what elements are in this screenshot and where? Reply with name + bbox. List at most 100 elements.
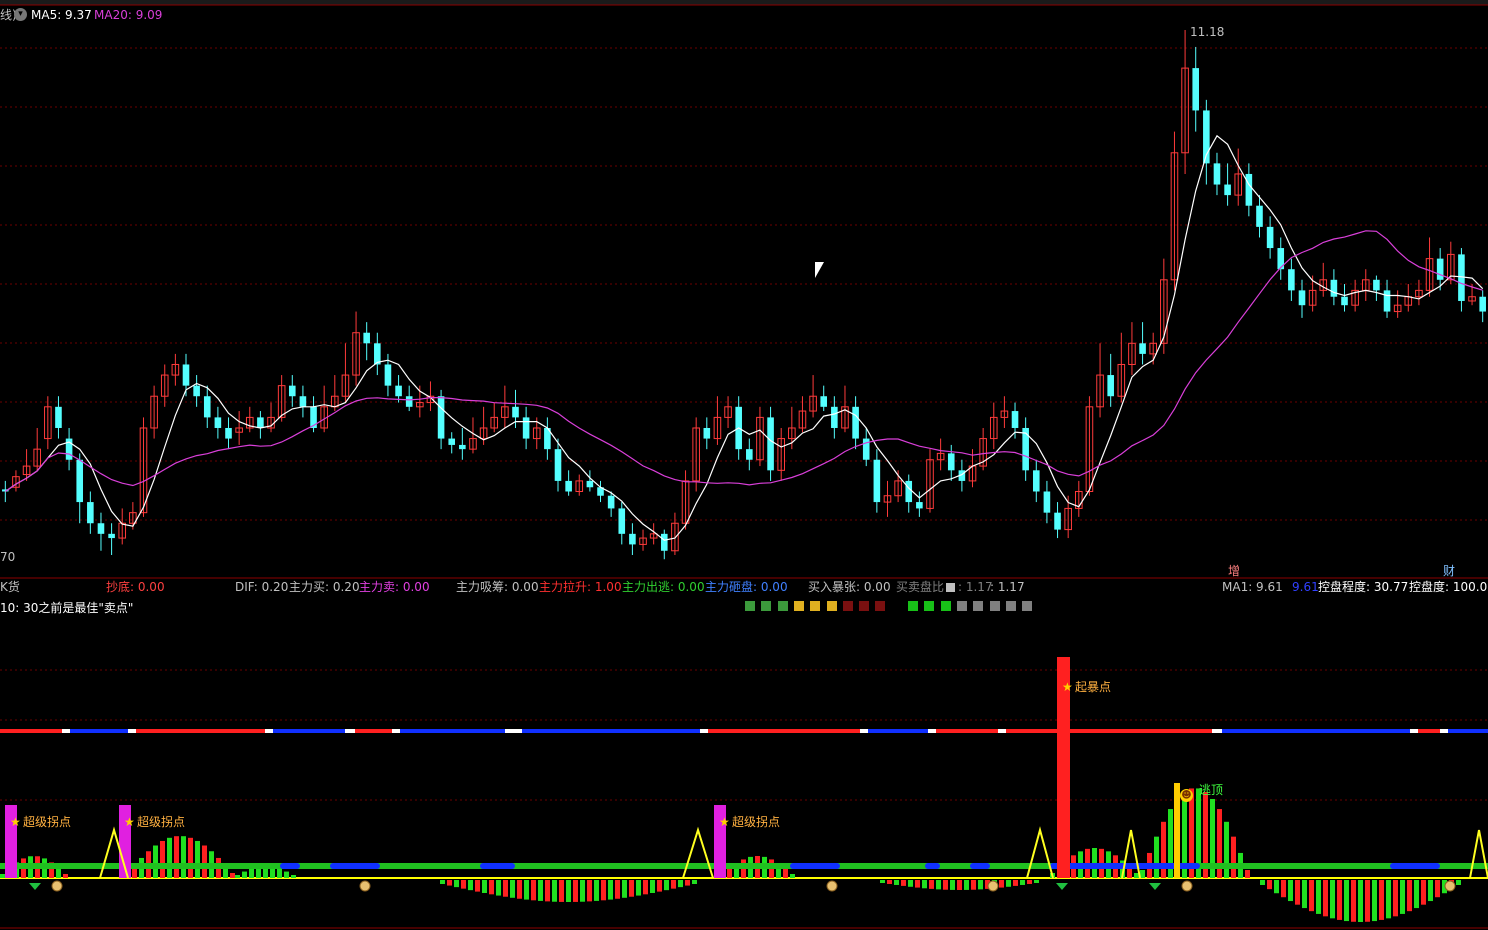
ma20-line: [4, 230, 1483, 492]
trend-line-segment: [1448, 729, 1488, 733]
candle-body-down: [1436, 258, 1444, 280]
trend-line-segment: [998, 729, 1006, 733]
hist-bar-down: [950, 880, 955, 890]
candle-body-down: [182, 364, 190, 386]
trend-line-segment: [70, 729, 128, 733]
triangle-signal: [1469, 829, 1488, 879]
hist-bar-down: [1407, 880, 1412, 912]
hist-bar-down: [440, 880, 445, 884]
signal-square: [859, 601, 870, 611]
signal-ribbon-blue: [970, 863, 990, 869]
hist-bar-down: [461, 880, 466, 889]
hist-bar-down: [1027, 880, 1032, 884]
hist-bar: [153, 845, 158, 878]
signal-square: [745, 601, 755, 611]
mouse-cursor-icon: [815, 262, 824, 278]
candle-body-down: [1288, 269, 1295, 291]
zapan-value: 主力砸盘: 0.00: [705, 580, 788, 594]
hist-bar-down: [608, 880, 613, 900]
hist-bar-down: [447, 880, 452, 886]
candle-body-down: [820, 396, 828, 407]
hist-bar-down: [1288, 880, 1293, 902]
hist-bar-down: [887, 880, 892, 884]
candle-body-down: [1341, 296, 1348, 306]
xichou-value: 主力吸筹: 0.00: [456, 580, 539, 594]
ratio-value-2: : 1.17: [990, 580, 1025, 594]
candle-body-down: [512, 406, 519, 418]
trend-line-segment: [522, 729, 700, 733]
candle-body-down: [565, 480, 572, 492]
candle-body-down: [87, 502, 94, 524]
trend-line-segment: [1222, 729, 1410, 733]
hist-bar-down: [636, 880, 641, 896]
trend-line-segment: [708, 729, 860, 733]
candle-body-down: [257, 417, 264, 428]
candle-body-down: [873, 459, 881, 503]
hist-bar: [1154, 836, 1159, 878]
hist-bar: [56, 867, 61, 878]
candle-body-down: [1330, 279, 1338, 297]
hist-bar: [230, 873, 235, 878]
hist-bar-down: [1260, 880, 1265, 885]
signal-square: [940, 601, 951, 611]
qibao-label: 起暴点: [1075, 680, 1112, 694]
trend-line-segment: [1006, 729, 1212, 733]
candle-body-down: [193, 385, 200, 397]
hist-bar-down: [587, 880, 592, 902]
dif-value: DIF: 0.20: [235, 580, 289, 594]
candle-body-down: [905, 480, 913, 503]
signal-square: [973, 601, 984, 611]
signal-ribbon-blue: [925, 863, 940, 869]
triangle-signal: [1026, 826, 1054, 879]
star-icon: ★: [719, 815, 730, 829]
candle-body-down: [554, 449, 562, 481]
stock-chart-window: 线) ▾ MA5: 9.37 MA20: 9.09 11.18 70 增 财 K…: [0, 0, 1488, 930]
zhuli-sell-value: 主力卖: 0.00: [359, 580, 430, 594]
ma-toggle-icon[interactable]: ▾: [14, 8, 27, 21]
chart-canvas[interactable]: [0, 0, 1488, 930]
hist-bar-down: [1421, 880, 1426, 905]
hist-bar-down: [657, 880, 662, 892]
trend-line-segment: [868, 729, 928, 733]
high-price-label: 11.18: [1190, 25, 1225, 39]
baozhang-value: 买入暴张: 0.00: [808, 580, 891, 594]
candle-body-down: [384, 364, 392, 386]
hist-bar-down: [1337, 880, 1342, 920]
taoding-label: 逃顶: [1199, 783, 1224, 797]
hist-bar-down: [1344, 880, 1349, 922]
maimai-label: 买卖盘比: [896, 580, 945, 594]
candle-body-down: [1054, 512, 1061, 530]
hist-bar-down: [678, 880, 683, 888]
hist-bar-down: [454, 880, 459, 888]
hist-bar: [0, 874, 5, 878]
trend-line-segment: [700, 729, 708, 733]
triangle-signal: [682, 826, 714, 879]
candle-body-down: [288, 385, 296, 397]
trend-line-segment: [936, 729, 998, 733]
candle-body-down: [448, 438, 456, 445]
candle-body-down: [947, 453, 955, 471]
candle-body-down: [746, 449, 753, 460]
hist-bar-down: [971, 880, 976, 890]
hist-bar-down: [566, 880, 571, 902]
smiley-icon: ☻: [1180, 789, 1193, 802]
hist-bar: [63, 874, 68, 878]
candle-body-down: [586, 480, 594, 488]
hist-bar-down: [1330, 880, 1335, 919]
trend-line-segment: [1410, 729, 1418, 733]
hist-bar-down: [573, 880, 578, 902]
marker-zeng[interactable]: 增: [1228, 564, 1240, 578]
hist-bar-down: [1400, 880, 1405, 914]
super-point-label-2: 超级拐点: [137, 815, 186, 829]
hist-bar-down: [580, 880, 585, 902]
signal-square: [924, 601, 935, 611]
ma1-value: MA1: 9.61: [1222, 580, 1283, 594]
trend-line-segment: [345, 729, 355, 733]
hist-bar-down: [936, 880, 941, 890]
candle-body-down: [852, 406, 859, 439]
marker-cai[interactable]: 财: [1443, 564, 1455, 578]
hist-bar-down: [468, 880, 473, 891]
hist-bar-down: [685, 880, 690, 886]
candle-body-down: [108, 533, 115, 539]
coin-icon: [1181, 880, 1193, 892]
